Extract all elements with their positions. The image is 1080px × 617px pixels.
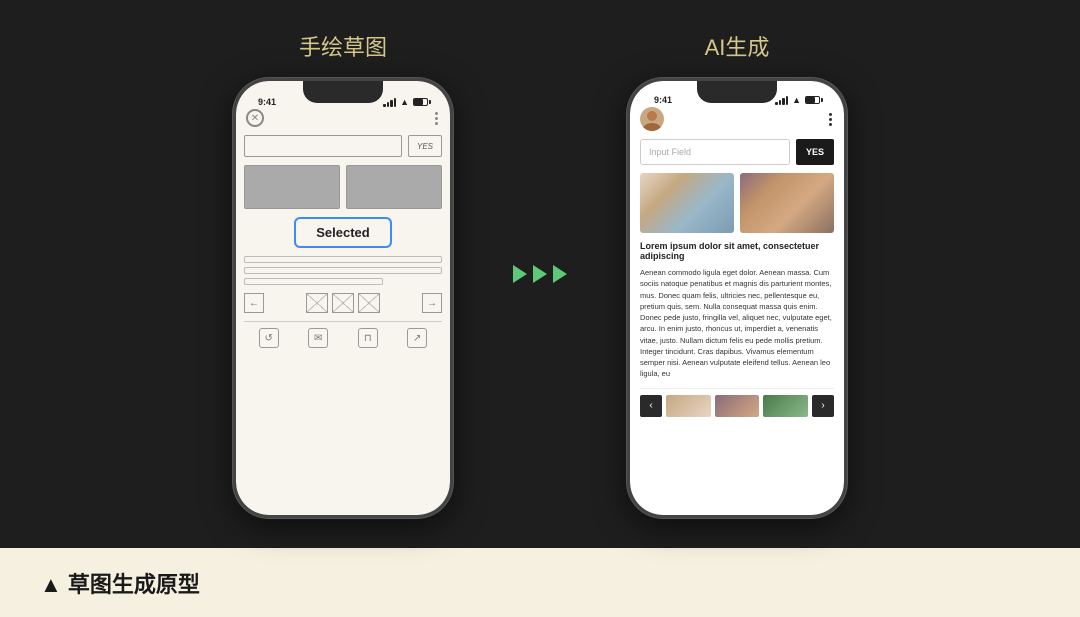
- ai-content-title: Lorem ipsum dolor sit amet, consectetuer…: [640, 241, 834, 261]
- ai-menu-dots[interactable]: [827, 111, 834, 128]
- sketch-selected-container: Selected: [244, 217, 442, 248]
- ai-wifi-icon: ▲: [792, 95, 801, 105]
- sketch-img-x-1: [245, 166, 339, 208]
- close-icon[interactable]: ✕: [246, 109, 264, 127]
- ai-input-field[interactable]: Input Field: [640, 139, 790, 165]
- ai-image-2: [740, 173, 834, 233]
- sketch-status-right: ▲: [383, 97, 428, 107]
- sketch-nav-img-2: [332, 293, 354, 313]
- ai-dot3: [829, 123, 832, 126]
- ai-image-1: [640, 173, 734, 233]
- bottom-bar: ▲ 草图生成原型: [0, 548, 1080, 617]
- bar3: [390, 100, 393, 107]
- menu-dots-icon[interactable]: [433, 110, 440, 127]
- ai-battery-fill: [806, 97, 815, 103]
- sketch-line-3: [244, 278, 383, 285]
- dot2: [435, 117, 438, 120]
- main-content: 手绘草图 9:41 ▲: [0, 0, 1080, 548]
- arrow-2-icon: [533, 265, 547, 283]
- dot1: [435, 112, 438, 115]
- phone-notch-right: [697, 81, 777, 103]
- user-avatar: [640, 107, 664, 131]
- refresh-icon[interactable]: ↺: [259, 328, 279, 348]
- sketch-nav: ← →: [244, 293, 442, 313]
- sketch-header: ✕: [244, 109, 442, 127]
- ai-thumb-1[interactable]: [666, 395, 711, 417]
- bar2: [387, 102, 390, 107]
- ai-bar4: [786, 96, 789, 105]
- selected-button[interactable]: Selected: [294, 217, 391, 248]
- ai-body-text: Aenean commodo ligula eget dolor. Aenean…: [640, 267, 834, 380]
- sketch-nav-images: [306, 293, 380, 313]
- ai-images: [640, 173, 834, 233]
- arrow-3-icon: [553, 265, 567, 283]
- ai-dot2: [829, 118, 832, 121]
- ai-input-placeholder: Input Field: [649, 147, 691, 157]
- ai-bottom-nav: ‹ ›: [640, 388, 834, 417]
- ai-nav-forward-button[interactable]: ›: [812, 395, 834, 417]
- sketch-input-field[interactable]: [244, 135, 402, 157]
- battery-icon: [413, 98, 428, 106]
- sketch-yes-button[interactable]: YES: [408, 135, 442, 157]
- ai-time: 9:41: [654, 95, 672, 105]
- sketch-img-x-2: [347, 166, 441, 208]
- bar4: [394, 98, 397, 107]
- sketch-section: 手绘草图 9:41 ▲: [233, 30, 453, 518]
- sketch-image-1: [244, 165, 340, 209]
- wifi-icon: ▲: [400, 97, 409, 107]
- sketch-input-row: YES: [244, 135, 442, 157]
- ai-bar3: [782, 98, 785, 105]
- sketch-screen: 9:41 ▲: [236, 81, 450, 515]
- ai-status-right: ▲: [775, 95, 820, 105]
- ai-bar1: [775, 102, 778, 105]
- mail-icon[interactable]: ✉: [308, 328, 328, 348]
- ai-header: [640, 107, 834, 131]
- sketch-title: 手绘草图: [299, 30, 387, 62]
- ai-thumb-2[interactable]: [715, 395, 760, 417]
- arrows-section: [513, 265, 567, 283]
- ai-nav-back-button[interactable]: ‹: [640, 395, 662, 417]
- ai-signal-bars: [775, 96, 788, 105]
- ai-thumb-3[interactable]: [763, 395, 808, 417]
- sketch-nav-img-3: [358, 293, 380, 313]
- bottom-title: ▲ 草图生成原型: [40, 567, 200, 599]
- ai-input-row: Input Field YES: [640, 139, 834, 165]
- ai-section: AI生成 9:41 ▲: [627, 30, 847, 518]
- sketch-images: [244, 165, 442, 209]
- ai-screen: 9:41 ▲: [630, 81, 844, 515]
- avatar-image: [640, 107, 664, 131]
- signal-bars: [383, 98, 396, 107]
- sketch-footer: ↺ ✉ ⊓ ↗: [244, 321, 442, 348]
- ai-dot1: [829, 113, 832, 116]
- sketch-time: 9:41: [258, 97, 276, 107]
- phone-notch-left: [303, 81, 383, 103]
- bookmark-icon[interactable]: ⊓: [358, 328, 378, 348]
- dot3: [435, 122, 438, 125]
- sketch-phone: 9:41 ▲: [233, 78, 453, 518]
- sketch-lines: [244, 256, 442, 285]
- ai-battery-icon: [805, 96, 820, 104]
- arrow-1-icon: [513, 265, 527, 283]
- sketch-image-2: [346, 165, 442, 209]
- sketch-line-2: [244, 267, 442, 274]
- bar1: [383, 104, 386, 107]
- share-icon[interactable]: ↗: [407, 328, 427, 348]
- sketch-nav-img-1: [306, 293, 328, 313]
- battery-fill: [414, 99, 423, 105]
- ai-title: AI生成: [705, 30, 770, 62]
- nav-forward-button[interactable]: →: [422, 293, 442, 313]
- sketch-line-1: [244, 256, 442, 263]
- ai-bar2: [779, 100, 782, 105]
- nav-back-button[interactable]: ←: [244, 293, 264, 313]
- ai-yes-button[interactable]: YES: [796, 139, 834, 165]
- ai-phone: 9:41 ▲: [627, 78, 847, 518]
